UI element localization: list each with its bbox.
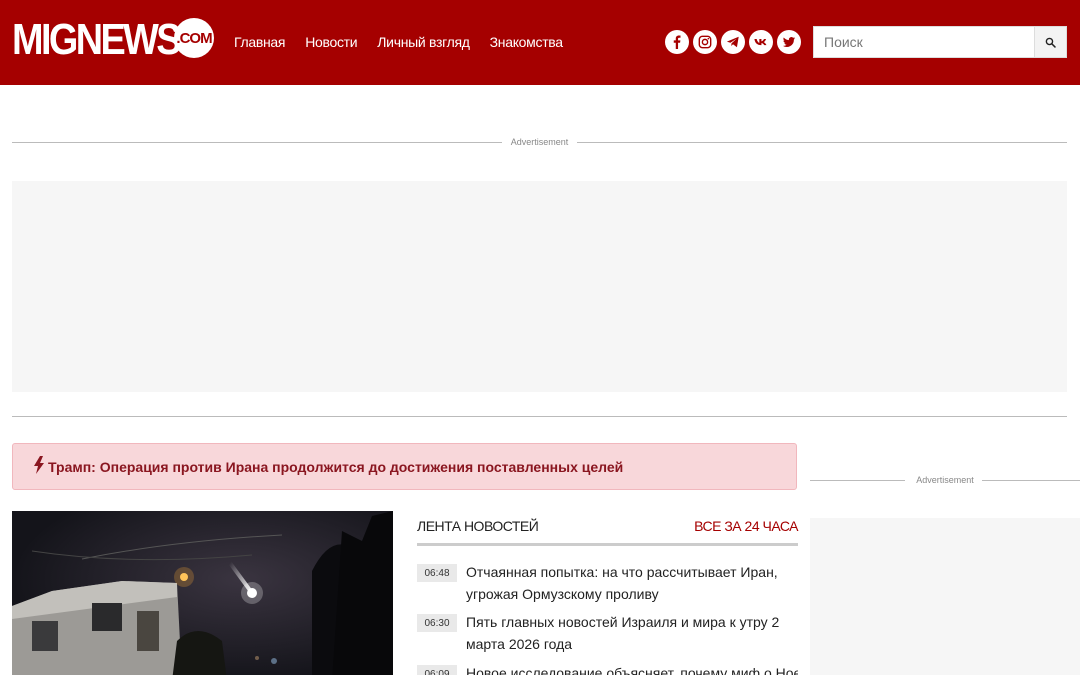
logo-suffix: .COM [174,18,214,58]
search-button[interactable] [1034,27,1066,57]
feed-item-time: 06:09 [417,665,457,675]
nav-item-dating[interactable]: Знакомства [490,34,563,50]
list-item[interactable]: 06:48 Отчаянная попытка: на что рассчиты… [417,561,798,605]
list-item[interactable]: 06:09 Новое исследование объясняет, поче… [417,662,798,675]
lightning-icon [34,455,44,474]
ad-divider-right [577,142,1067,143]
feed-item-headline[interactable]: Пять главных новостей Израиля и мира к у… [466,611,801,655]
breaking-news-banner[interactable]: Трамп: Операция против Ирана продолжится… [12,443,797,490]
instagram-icon[interactable] [693,30,717,54]
ad-label-top: Advertisement [12,136,1067,148]
feed-item-time: 06:48 [417,564,457,582]
ad-banner-top[interactable] [12,181,1067,392]
search-icon [1045,37,1056,48]
facebook-icon[interactable] [665,30,689,54]
site-header: MIGNEWS .COM Главная Новости Личный взгл… [0,0,1080,85]
list-item[interactable]: 06:30 Пять главных новостей Израиля и ми… [417,611,798,655]
ad-divider-right [982,480,1080,481]
nav-item-home[interactable]: Главная [234,34,285,50]
site-logo[interactable]: MIGNEWS .COM [12,15,214,64]
news-feed-title: ЛЕНТА НОВОСТЕЙ [417,518,539,534]
logo-text: MIGNEWS [12,15,182,64]
search-box [813,26,1067,58]
feed-item-time: 06:30 [417,614,457,632]
night-city-image [12,511,393,675]
all-24h-link[interactable]: ВСЕ ЗА 24 ЧАСА [694,518,798,534]
section-divider [12,416,1067,417]
main-nav: Главная Новости Личный взгляд Знакомства [234,34,563,50]
nav-item-news[interactable]: Новости [305,34,357,50]
social-links [665,30,801,54]
twitter-icon[interactable] [777,30,801,54]
search-input[interactable] [814,27,1036,57]
feed-item-headline[interactable]: Отчаянная попытка: на что рассчитывает И… [466,561,801,605]
ad-banner-side[interactable] [810,518,1080,675]
nav-item-opinion[interactable]: Личный взгляд [377,34,470,50]
breaking-news-text: Трамп: Операция против Ирана продолжится… [48,458,624,475]
lead-story-photo[interactable] [12,511,393,675]
news-feed-header: ЛЕНТА НОВОСТЕЙ ВСЕ ЗА 24 ЧАСА [417,516,798,546]
telegram-icon[interactable] [721,30,745,54]
ad-label-side: Advertisement [810,474,1080,486]
vk-icon[interactable] [749,30,773,54]
feed-item-headline[interactable]: Новое исследование объясняет, почему миф… [466,662,798,675]
